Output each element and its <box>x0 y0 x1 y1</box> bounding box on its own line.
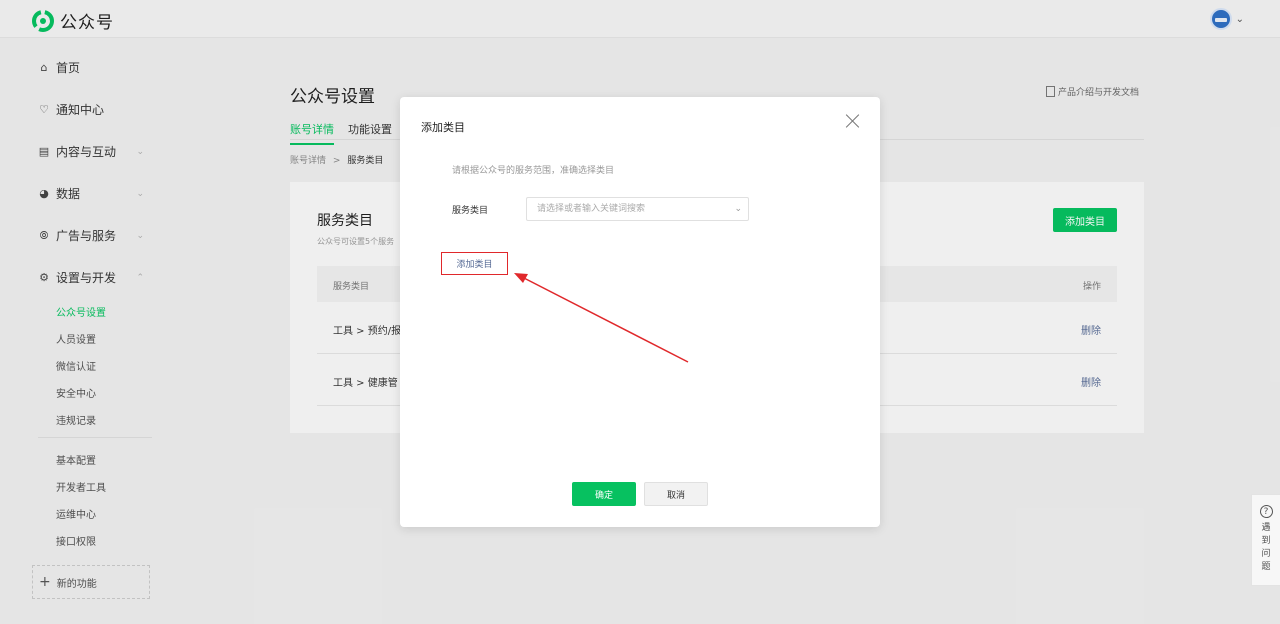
cancel-button[interactable]: 取消 <box>644 482 708 506</box>
dialog-title: 添加类目 <box>421 121 465 134</box>
category-select-placeholder: 请选择或者输入关键词搜索 <box>537 204 646 214</box>
help-widget[interactable]: ? 遇到问题 <box>1251 494 1280 586</box>
chevron-down-icon: ⌄ <box>734 204 742 214</box>
add-category-link[interactable]: 添加类目 <box>441 252 508 275</box>
help-label: 遇到问题 <box>1261 523 1271 572</box>
add-category-dialog: 添加类目 请根据公众号的服务范围，准确选择类目 服务类目 请选择或者输入关键词搜… <box>400 97 880 527</box>
close-icon[interactable] <box>846 114 860 128</box>
dialog-hint: 请根据公众号的服务范围，准确选择类目 <box>452 166 615 176</box>
question-icon: ? <box>1259 505 1273 518</box>
category-select[interactable]: 请选择或者输入关键词搜索 ⌄ <box>526 197 749 221</box>
confirm-button[interactable]: 确定 <box>572 482 636 506</box>
service-category-label: 服务类目 <box>452 206 489 216</box>
